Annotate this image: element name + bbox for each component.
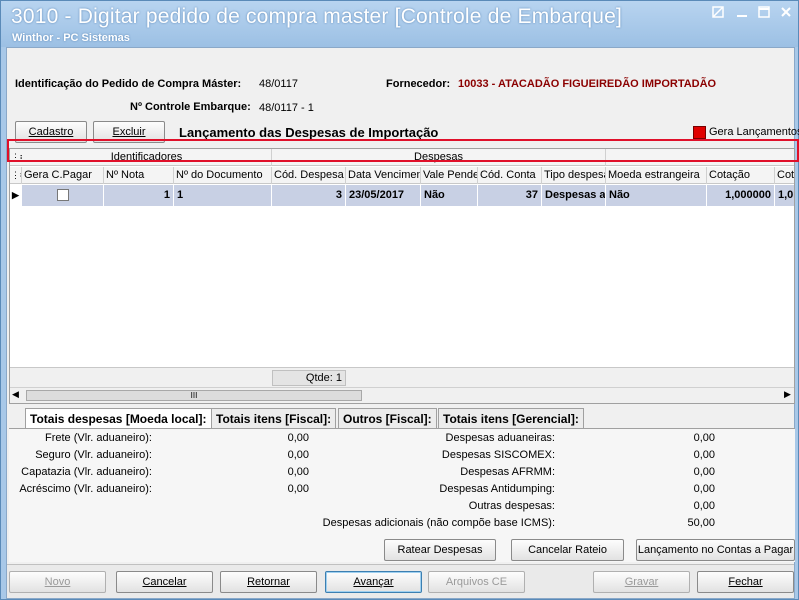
despesas-antidumping-label: Despesas Antidumping: bbox=[439, 483, 555, 495]
despesas-adicionais-label: Despesas adicionais (não compõe base ICM… bbox=[322, 517, 555, 529]
totals-panel: Frete (Vlr. aduaneiro): 0,00 Seguro (Vlr… bbox=[9, 428, 795, 562]
minimize-icon[interactable] bbox=[733, 5, 751, 21]
cell-cod-conta[interactable]: 37 bbox=[478, 185, 542, 206]
ratear-despesas-button[interactable]: Ratear Despesas bbox=[384, 539, 496, 561]
outras-despesas-label: Outras despesas: bbox=[468, 500, 555, 512]
horizontal-scrollbar[interactable]: ◀ III ▶ bbox=[10, 387, 794, 403]
tab-totais-despesas[interactable]: Totais despesas [Moeda local]: bbox=[25, 408, 212, 429]
bottom-action-bar: Novo Cancelar Retornar Avançar Arquivos … bbox=[7, 564, 794, 598]
gera-cpagar-checkbox[interactable] bbox=[56, 189, 69, 201]
despesas-afrmm-value: 0,00 bbox=[693, 466, 715, 478]
window-title: 3010 - Digitar pedido de compra master [… bbox=[11, 5, 623, 28]
avancar-button[interactable]: Avançar bbox=[325, 571, 422, 593]
main-window: 3010 - Digitar pedido de compra master [… bbox=[0, 0, 799, 600]
controle-embarque-label: Nº Controle Embarque: bbox=[130, 101, 251, 113]
cell-cotacao-2[interactable]: 1,0 bbox=[775, 185, 794, 206]
col-tipo-despesa[interactable]: Tipo despesa bbox=[542, 167, 606, 184]
despesas-antidumping-value: 0,00 bbox=[693, 483, 715, 495]
novo-button[interactable]: Novo bbox=[9, 571, 106, 593]
excluir-button[interactable]: Excluir bbox=[93, 121, 165, 143]
col-cotacao[interactable]: Cotação bbox=[707, 167, 775, 184]
cell-documento[interactable]: 1 bbox=[174, 185, 272, 206]
pedido-value: 48/0117 bbox=[259, 78, 298, 90]
frete-label: Frete (Vlr. aduaneiro): bbox=[45, 432, 152, 444]
maximize-icon[interactable] bbox=[755, 5, 773, 21]
grid-footer: Qtde: 1 bbox=[10, 367, 794, 387]
cancelar-button[interactable]: Cancelar bbox=[116, 571, 213, 593]
title-bar[interactable]: 3010 - Digitar pedido de compra master [… bbox=[1, 1, 798, 47]
qtde-summary: Qtde: 1 bbox=[272, 370, 346, 386]
acrescimo-value: 0,00 bbox=[287, 483, 309, 495]
cell-cod-despesa[interactable]: 3 bbox=[272, 185, 346, 206]
band-identificadores: Identificadores bbox=[22, 149, 272, 166]
lancamento-contas-pagar-button[interactable]: Lançamento no Contas a Pagar bbox=[636, 539, 795, 561]
window-subtitle: Winthor - PC Sistemas bbox=[12, 32, 130, 44]
col-cotacao-2[interactable]: Cotação bbox=[775, 167, 794, 184]
col-data-vencimento[interactable]: Data Vencimento bbox=[346, 167, 421, 184]
retornar-button[interactable]: Retornar bbox=[220, 571, 317, 593]
despesas-afrmm-label: Despesas AFRMM: bbox=[460, 466, 555, 478]
capatazia-label: Capatazia (Vlr. aduaneiro): bbox=[21, 466, 152, 478]
table-row[interactable]: ▶ 1 1 3 23/05/2017 Não 37 Despesas aduan… bbox=[10, 185, 794, 206]
col-vale-pendente[interactable]: Vale Pendente bbox=[421, 167, 478, 184]
frete-value: 0,00 bbox=[287, 432, 309, 444]
gera-cpagar-checkbox-cell[interactable] bbox=[22, 185, 104, 206]
despesas-aduaneiras-label: Despesas aduaneiras: bbox=[445, 432, 555, 444]
grid-band-header: ⋮≡ Identificadores Despesas bbox=[10, 149, 794, 166]
legend-label: Gera Lançamentos bbox=[709, 126, 799, 138]
despesas-adicionais-value: 50,00 bbox=[687, 517, 715, 529]
cell-vale-pendente[interactable]: Não bbox=[421, 185, 478, 206]
col-nota[interactable]: Nº Nota bbox=[104, 167, 174, 184]
despesas-aduaneiras-value: 0,00 bbox=[693, 432, 715, 444]
despesas-grid[interactable]: ⋮≡ Identificadores Despesas ⋮≡ Gera C.Pa… bbox=[9, 148, 795, 404]
cell-moeda-estrangeira[interactable]: Não bbox=[606, 185, 707, 206]
scroll-right-icon[interactable]: ▶ bbox=[784, 389, 791, 400]
gravar-button[interactable]: Gravar bbox=[593, 571, 690, 593]
band-despesas: Despesas bbox=[272, 149, 606, 166]
tab-totais-itens-gerencial[interactable]: Totais itens [Gerencial]: bbox=[438, 408, 584, 428]
fechar-button[interactable]: Fechar bbox=[697, 571, 794, 593]
grid-column-header: ⋮≡ Gera C.Pagar Nº Nota Nº do Documento … bbox=[10, 167, 794, 184]
row-indicator-icon: ▶ bbox=[10, 185, 22, 206]
cell-nota[interactable]: 1 bbox=[104, 185, 174, 206]
arquivos-ce-button[interactable]: Arquivos CE bbox=[428, 571, 525, 593]
col-cod-conta[interactable]: Cód. Conta bbox=[478, 167, 542, 184]
grid-menu-icon[interactable]: ⋮≡ bbox=[10, 149, 22, 166]
tab-totais-itens-fiscal[interactable]: Totais itens [Fiscal]: bbox=[211, 408, 337, 428]
form-client-area: Identificação do Pedido de Compra Máster… bbox=[6, 47, 799, 599]
cancelar-rateio-button[interactable]: Cancelar Rateio bbox=[511, 539, 624, 561]
seguro-label: Seguro (Vlr. aduaneiro): bbox=[35, 449, 152, 461]
col-documento[interactable]: Nº do Documento bbox=[174, 167, 272, 184]
cell-data-vencimento[interactable]: 23/05/2017 bbox=[346, 185, 421, 206]
section-title: Lançamento das Despesas de Importação bbox=[179, 125, 439, 140]
capatazia-value: 0,00 bbox=[287, 466, 309, 478]
scroll-thumb[interactable]: III bbox=[26, 390, 362, 401]
col-cod-despesa[interactable]: Cód. Despesa bbox=[272, 167, 346, 184]
restore-icon[interactable] bbox=[709, 5, 727, 21]
despesas-siscomex-label: Despesas SISCOMEX: bbox=[441, 449, 555, 461]
fornecedor-value: 10033 - ATACADÃO FIGUEIREDÃO IMPORTADÃO bbox=[458, 78, 717, 90]
cell-cotacao[interactable]: 1,000000 bbox=[707, 185, 775, 206]
grid-menu-icon-2[interactable]: ⋮≡ bbox=[10, 167, 22, 184]
col-moeda-estrangeira[interactable]: Moeda estrangeira bbox=[606, 167, 707, 184]
controle-embarque-value: 48/0117 - 1 bbox=[259, 102, 314, 114]
acrescimo-label: Acréscimo (Vlr. aduaneiro): bbox=[19, 483, 152, 495]
close-icon[interactable] bbox=[777, 5, 795, 21]
despesas-siscomex-value: 0,00 bbox=[693, 449, 715, 461]
cadastro-button[interactable]: Cadastro bbox=[15, 121, 87, 143]
tab-outros-fiscal[interactable]: Outros [Fiscal]: bbox=[338, 408, 437, 428]
pedido-label: Identificação do Pedido de Compra Máster… bbox=[15, 78, 242, 90]
band-empty bbox=[606, 149, 794, 166]
outras-despesas-value: 0,00 bbox=[693, 500, 715, 512]
col-gera-cpagar[interactable]: Gera C.Pagar bbox=[22, 167, 104, 184]
cell-tipo-despesa[interactable]: Despesas aduaneiras bbox=[542, 185, 606, 206]
seguro-value: 0,00 bbox=[287, 449, 309, 461]
fornecedor-label: Fornecedor: bbox=[386, 78, 451, 90]
scroll-left-icon[interactable]: ◀ bbox=[12, 389, 19, 400]
legend-swatch bbox=[693, 126, 706, 139]
